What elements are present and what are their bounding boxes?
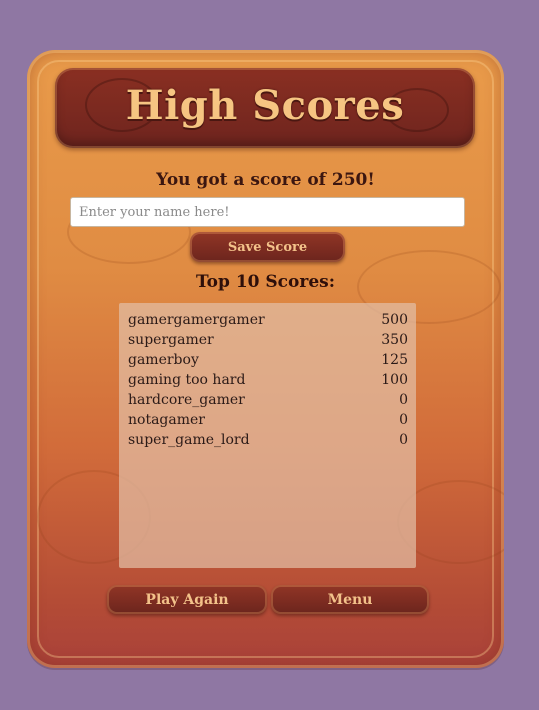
player-score: 125 <box>381 352 408 368</box>
score-row: super_game_lord 0 <box>128 430 408 450</box>
player-name: super_game_lord <box>128 432 250 448</box>
play-again-button[interactable]: Play Again <box>107 585 267 614</box>
page-title: High Scores <box>125 82 405 129</box>
player-score: 0 <box>399 432 408 448</box>
score-row: gaming too hard 100 <box>128 370 408 390</box>
player-name: gamerboy <box>128 352 199 368</box>
score-row: gamergamergamer 500 <box>128 310 408 330</box>
player-name: notagamer <box>128 412 205 428</box>
top-scores-heading: Top 10 Scores: <box>195 272 335 292</box>
menu-button[interactable]: Menu <box>271 585 429 614</box>
title-plank: High Scores <box>55 68 475 148</box>
game-screen: High Scores You got a score of 250! Save… <box>0 0 539 710</box>
player-score: 100 <box>381 372 408 388</box>
score-row: supergamer 350 <box>128 330 408 350</box>
score-row: gamerboy 125 <box>128 350 408 370</box>
name-input[interactable] <box>70 197 465 227</box>
player-score: 500 <box>381 312 408 328</box>
score-row: notagamer 0 <box>128 410 408 430</box>
player-name: supergamer <box>128 332 214 348</box>
player-name: gaming too hard <box>128 372 246 388</box>
player-score: 0 <box>399 412 408 428</box>
score-row: hardcore_gamer 0 <box>128 390 408 410</box>
player-score: 350 <box>381 332 408 348</box>
player-score: 0 <box>399 392 408 408</box>
player-name: gamergamergamer <box>128 312 265 328</box>
save-score-button[interactable]: Save Score <box>190 232 345 262</box>
scores-list: gamergamergamer 500 supergamer 350 gamer… <box>128 310 408 450</box>
player-name: hardcore_gamer <box>128 392 245 408</box>
score-message: You got a score of 250! <box>156 170 375 190</box>
scores-panel: gamergamergamer 500 supergamer 350 gamer… <box>119 303 416 568</box>
